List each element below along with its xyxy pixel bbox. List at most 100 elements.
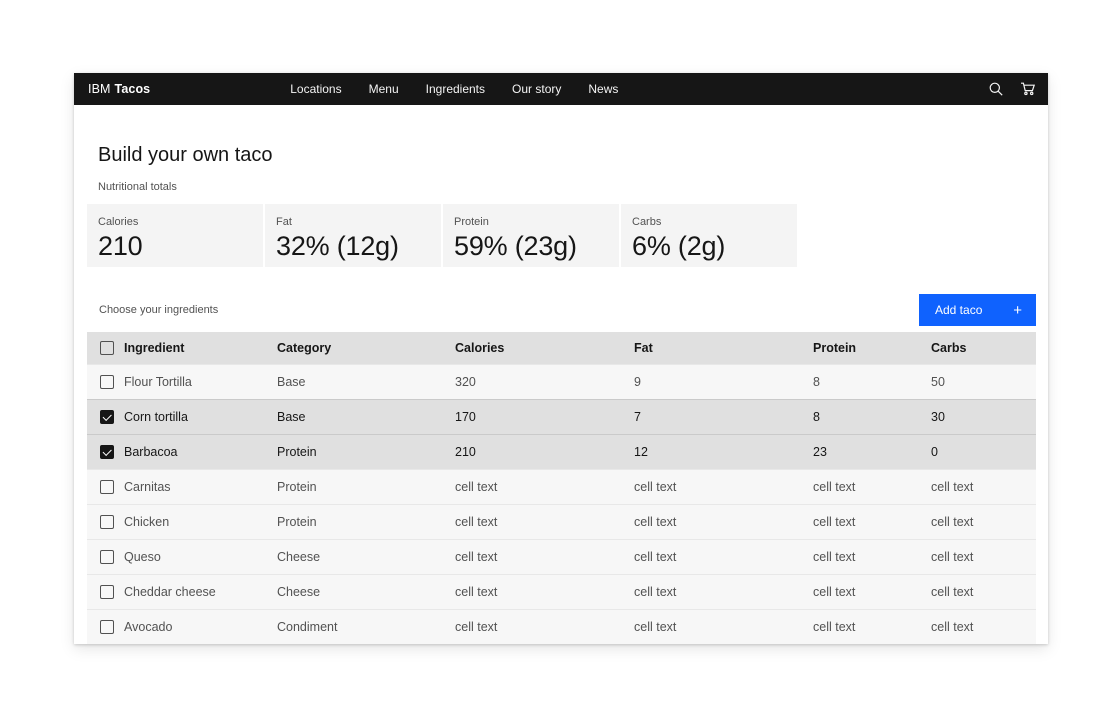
row-checkbox[interactable] [100, 445, 114, 459]
row-checkbox-cell [87, 620, 124, 635]
shopping-cart-icon[interactable] [1012, 73, 1044, 105]
column-header-category[interactable]: Category [277, 341, 455, 355]
cell-ingredient: Avocado [124, 620, 277, 634]
cell-protein: 23 [813, 445, 931, 459]
cell-ingredient: Barbacoa [124, 445, 277, 459]
column-header-fat[interactable]: Fat [634, 341, 813, 355]
row-checkbox[interactable] [100, 550, 114, 564]
cell-protein: cell text [813, 550, 931, 564]
column-header-calories[interactable]: Calories [455, 341, 634, 355]
row-checkbox[interactable] [100, 515, 114, 529]
table-header-row: Ingredient Category Calories Fat Protein… [87, 332, 1036, 364]
cell-carbs: cell text [931, 515, 1036, 529]
cell-fat: cell text [634, 620, 813, 634]
table-row[interactable]: QuesoCheesecell textcell textcell textce… [87, 539, 1036, 574]
nav-item-locations[interactable]: Locations [290, 82, 341, 96]
row-checkbox[interactable] [100, 480, 114, 494]
row-checkbox-cell [87, 445, 124, 460]
column-header-carbs[interactable]: Carbs [931, 341, 1036, 355]
cell-carbs: 50 [931, 375, 1036, 389]
column-header-ingredient[interactable]: Ingredient [124, 341, 277, 355]
cell-calories: cell text [455, 585, 634, 599]
cell-protein: cell text [813, 585, 931, 599]
select-all-cell [87, 341, 124, 356]
column-header-protein[interactable]: Protein [813, 341, 931, 355]
cell-protein: 8 [813, 410, 931, 424]
cell-carbs: cell text [931, 620, 1036, 634]
row-checkbox-cell [87, 550, 124, 565]
brand-name: Tacos [115, 82, 151, 96]
cell-carbs: cell text [931, 480, 1036, 494]
tile-label: Protein [454, 216, 619, 228]
nav-item-news[interactable]: News [588, 82, 618, 96]
tile-value: 59% (23g) [454, 230, 619, 262]
cell-fat: cell text [634, 550, 813, 564]
tile-carbs: Carbs 6% (2g) [621, 204, 797, 267]
choose-ingredients-label: Choose your ingredients [99, 304, 218, 316]
table-row[interactable]: Cheddar cheeseCheesecell textcell textce… [87, 574, 1036, 609]
nav-item-our-story[interactable]: Our story [512, 82, 561, 96]
table-row[interactable]: BarbacoaProtein21012230 [87, 434, 1036, 469]
nav-item-menu[interactable]: Menu [369, 82, 399, 96]
cell-calories: cell text [455, 515, 634, 529]
cell-fat: cell text [634, 585, 813, 599]
cell-calories: cell text [455, 620, 634, 634]
cell-ingredient: Cheddar cheese [124, 585, 277, 599]
row-checkbox[interactable] [100, 585, 114, 599]
page-title: Build your own taco [98, 143, 1048, 167]
cell-protein: cell text [813, 480, 931, 494]
table-row[interactable]: CarnitasProteincell textcell textcell te… [87, 469, 1036, 504]
cell-ingredient: Corn tortilla [124, 410, 277, 424]
cell-category: Cheese [277, 550, 455, 564]
nutritional-totals-label: Nutritional totals [98, 181, 1048, 193]
tile-value: 6% (2g) [632, 230, 797, 262]
cell-calories: cell text [455, 550, 634, 564]
main-nav: Locations Menu Ingredients Our story New… [290, 82, 618, 96]
tile-protein: Protein 59% (23g) [443, 204, 619, 267]
cell-protein: cell text [813, 620, 931, 634]
cell-ingredient: Queso [124, 550, 277, 564]
cell-category: Protein [277, 515, 455, 529]
row-checkbox-cell [87, 480, 124, 495]
ingredients-table: Ingredient Category Calories Fat Protein… [87, 332, 1036, 644]
cell-fat: cell text [634, 515, 813, 529]
brand-logo[interactable]: IBM Tacos [88, 82, 150, 96]
cell-category: Protein [277, 445, 455, 459]
table-row[interactable]: Corn tortillaBase1707830 [87, 399, 1036, 434]
cell-protein: 8 [813, 375, 931, 389]
tile-value: 32% (12g) [276, 230, 441, 262]
add-taco-button[interactable]: Add taco + [919, 294, 1036, 326]
cell-category: Base [277, 375, 455, 389]
table-body: Flour TortillaBase3209850Corn tortillaBa… [87, 364, 1036, 644]
cell-ingredient: Carnitas [124, 480, 277, 494]
select-all-checkbox[interactable] [100, 341, 114, 355]
cell-calories: 170 [455, 410, 634, 424]
cell-fat: cell text [634, 480, 813, 494]
row-checkbox[interactable] [100, 410, 114, 424]
tile-value: 210 [98, 230, 263, 262]
cell-carbs: 0 [931, 445, 1036, 459]
tile-label: Calories [98, 216, 263, 228]
search-icon[interactable] [980, 73, 1012, 105]
cell-ingredient: Chicken [124, 515, 277, 529]
nav-item-ingredients[interactable]: Ingredients [426, 82, 485, 96]
cell-calories: 210 [455, 445, 634, 459]
tile-label: Carbs [632, 216, 797, 228]
cell-category: Condiment [277, 620, 455, 634]
add-icon: + [1013, 303, 1022, 318]
cell-fat: 7 [634, 410, 813, 424]
row-checkbox[interactable] [100, 620, 114, 634]
cell-category: Cheese [277, 585, 455, 599]
table-row[interactable]: ChickenProteincell textcell textcell tex… [87, 504, 1036, 539]
ingredients-toolbar: Choose your ingredients Add taco + [87, 294, 1036, 326]
row-checkbox-cell [87, 585, 124, 600]
cell-fat: 9 [634, 375, 813, 389]
add-taco-label: Add taco [935, 303, 982, 317]
table-row[interactable]: Flour TortillaBase3209850 [87, 364, 1036, 399]
cell-fat: 12 [634, 445, 813, 459]
row-checkbox[interactable] [100, 375, 114, 389]
table-row[interactable]: AvocadoCondimentcell textcell textcell t… [87, 609, 1036, 644]
brand-prefix: IBM [88, 82, 111, 96]
tile-label: Fat [276, 216, 441, 228]
cell-carbs: cell text [931, 550, 1036, 564]
